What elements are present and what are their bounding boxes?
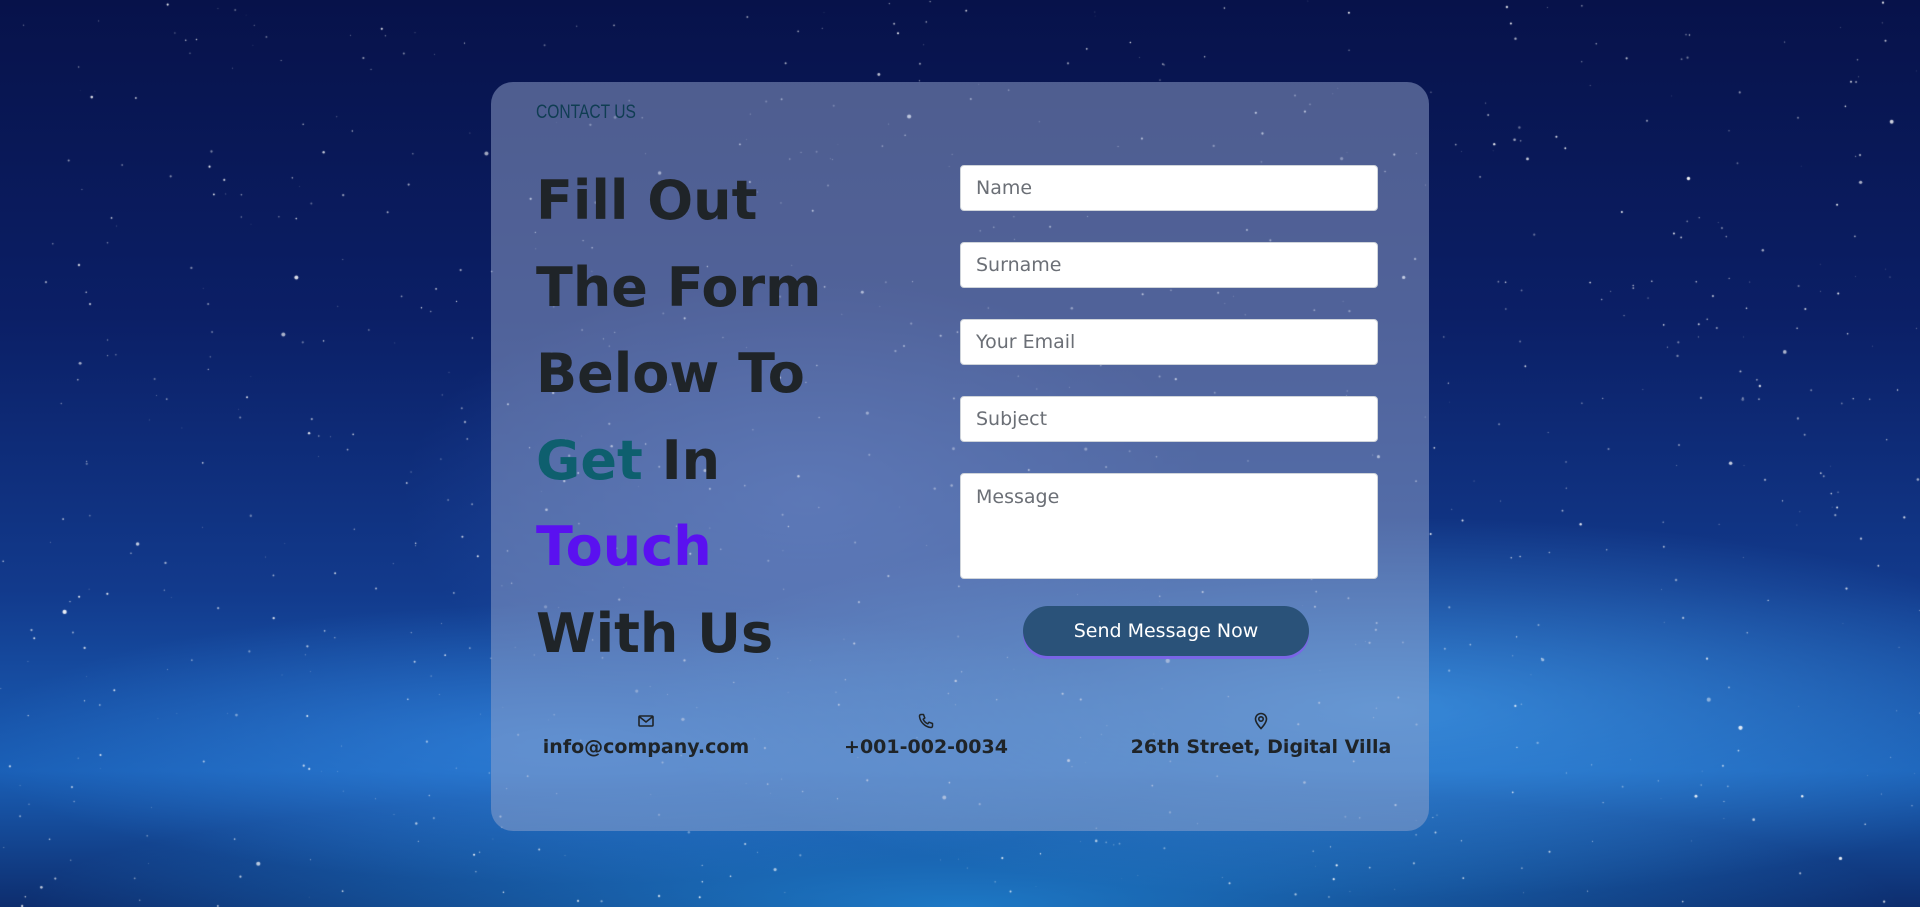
email-field[interactable] xyxy=(960,319,1378,365)
info-address-text: 26th Street, Digital Villa xyxy=(1130,736,1392,758)
envelope-icon xyxy=(638,715,654,727)
map-pin-icon xyxy=(1254,712,1268,730)
headline-line-4: Get In xyxy=(536,418,916,505)
subject-field[interactable] xyxy=(960,396,1378,442)
surname-field[interactable] xyxy=(960,242,1378,288)
info-email: info@company.com xyxy=(536,712,756,758)
info-email-text: info@company.com xyxy=(542,736,750,758)
message-field[interactable] xyxy=(960,473,1378,579)
headline-line-6: With Us xyxy=(536,601,774,665)
headline-line-3: Below To xyxy=(536,342,805,405)
info-phone: +001-002-0034 xyxy=(816,712,1036,758)
headline-line-4-rest: In xyxy=(642,428,721,492)
info-phone-text: +001-002-0034 xyxy=(844,736,1008,758)
contact-card: CONTACT US Fill Out The Form Below To Ge… xyxy=(491,82,1429,831)
send-message-button[interactable]: Send Message Now xyxy=(1023,606,1309,656)
section-label: CONTACT US xyxy=(536,102,636,123)
headline-line-2: The Form xyxy=(536,255,822,319)
info-address: 26th Street, Digital Villa xyxy=(1111,712,1411,758)
phone-icon xyxy=(918,713,934,729)
headline-line-1: Fill Out xyxy=(536,169,758,232)
name-field[interactable] xyxy=(960,165,1378,211)
headline-accent-get: Get xyxy=(536,428,643,492)
headline: Fill Out The Form Below To Get In Touch … xyxy=(536,158,916,677)
headline-accent-touch: Touch xyxy=(536,515,712,578)
